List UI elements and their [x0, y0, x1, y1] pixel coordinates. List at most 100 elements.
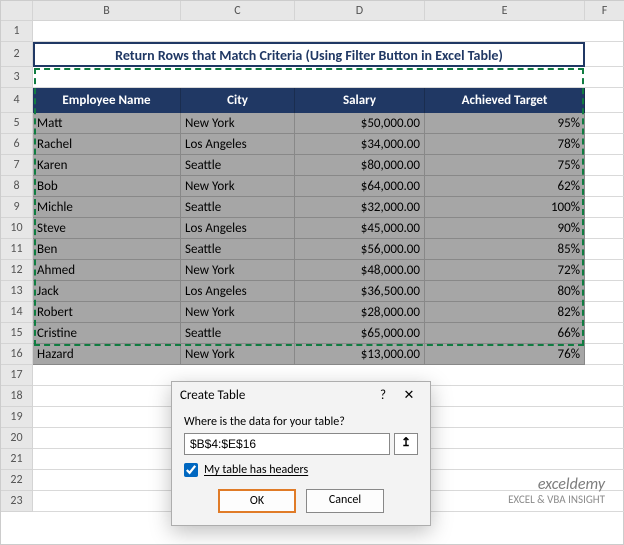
- cell-blank[interactable]: [585, 134, 624, 155]
- cell-blank[interactable]: [33, 67, 624, 88]
- col-hdr-f[interactable]: F: [585, 1, 624, 21]
- row-hdr-22[interactable]: 22: [1, 470, 33, 491]
- table-cell[interactable]: $65,000.00: [295, 323, 425, 344]
- row-hdr-11[interactable]: 11: [1, 239, 33, 260]
- headers-checkbox-label[interactable]: My table has headers: [204, 463, 308, 477]
- cell-blank[interactable]: [33, 21, 624, 42]
- table-header-target[interactable]: Achieved Target: [425, 88, 585, 113]
- close-button[interactable]: ✕: [396, 388, 422, 403]
- table-cell[interactable]: New York: [181, 344, 295, 365]
- table-cell[interactable]: Jack: [33, 281, 181, 302]
- cell-blank[interactable]: [585, 302, 624, 323]
- row-hdr-8[interactable]: 8: [1, 176, 33, 197]
- table-cell[interactable]: Hazard: [33, 344, 181, 365]
- table-cell[interactable]: $64,000.00: [295, 176, 425, 197]
- row-hdr-12[interactable]: 12: [1, 260, 33, 281]
- row-hdr-21[interactable]: 21: [1, 449, 33, 470]
- cell-blank[interactable]: [585, 260, 624, 281]
- table-cell[interactable]: $56,000.00: [295, 239, 425, 260]
- table-cell[interactable]: Los Angeles: [181, 134, 295, 155]
- cell-blank[interactable]: [585, 176, 624, 197]
- table-cell[interactable]: Seattle: [181, 239, 295, 260]
- table-cell[interactable]: New York: [181, 176, 295, 197]
- table-cell[interactable]: Ahmed: [33, 260, 181, 281]
- table-header-city[interactable]: City: [181, 88, 295, 113]
- help-button[interactable]: ?: [370, 388, 396, 403]
- table-cell[interactable]: 85%: [425, 239, 585, 260]
- row-hdr-2[interactable]: 2: [1, 42, 33, 67]
- row-hdr-20[interactable]: 20: [1, 428, 33, 449]
- table-cell[interactable]: $80,000.00: [295, 155, 425, 176]
- table-cell[interactable]: New York: [181, 113, 295, 134]
- table-cell[interactable]: Robert: [33, 302, 181, 323]
- cell-blank[interactable]: [585, 88, 624, 113]
- table-cell[interactable]: New York: [181, 302, 295, 323]
- collapse-dialog-icon[interactable]: ↥: [394, 433, 418, 455]
- table-cell[interactable]: Rachel: [33, 134, 181, 155]
- select-all-corner[interactable]: [1, 1, 33, 21]
- cell-blank[interactable]: [585, 155, 624, 176]
- table-cell[interactable]: Steve: [33, 218, 181, 239]
- row-hdr-7[interactable]: 7: [1, 155, 33, 176]
- cell-blank[interactable]: [585, 281, 624, 302]
- col-hdr-e[interactable]: E: [425, 1, 585, 21]
- table-cell[interactable]: Seattle: [181, 155, 295, 176]
- cell-blank[interactable]: [585, 42, 624, 67]
- table-cell[interactable]: New York: [181, 260, 295, 281]
- row-hdr-16[interactable]: 16: [1, 344, 33, 365]
- table-cell[interactable]: Bob: [33, 176, 181, 197]
- table-cell[interactable]: 78%: [425, 134, 585, 155]
- table-cell[interactable]: Ben: [33, 239, 181, 260]
- headers-checkbox[interactable]: [184, 463, 198, 477]
- row-hdr-15[interactable]: 15: [1, 323, 33, 344]
- table-cell[interactable]: Karen: [33, 155, 181, 176]
- table-header-salary[interactable]: Salary: [295, 88, 425, 113]
- range-input[interactable]: [184, 433, 390, 455]
- row-hdr-19[interactable]: 19: [1, 407, 33, 428]
- row-hdr-13[interactable]: 13: [1, 281, 33, 302]
- cell-blank[interactable]: [585, 323, 624, 344]
- table-header-name[interactable]: Employee Name: [33, 88, 181, 113]
- cell-blank[interactable]: [585, 239, 624, 260]
- cell-blank[interactable]: [585, 197, 624, 218]
- ok-button[interactable]: OK: [218, 489, 296, 513]
- cancel-button[interactable]: Cancel: [306, 489, 384, 513]
- cell-blank[interactable]: [585, 344, 624, 365]
- table-cell[interactable]: Los Angeles: [181, 281, 295, 302]
- table-cell[interactable]: Seattle: [181, 197, 295, 218]
- table-cell[interactable]: 62%: [425, 176, 585, 197]
- table-cell[interactable]: 72%: [425, 260, 585, 281]
- table-cell[interactable]: 90%: [425, 218, 585, 239]
- row-hdr-3[interactable]: 3: [1, 67, 33, 88]
- table-cell[interactable]: $32,000.00: [295, 197, 425, 218]
- table-cell[interactable]: $36,500.00: [295, 281, 425, 302]
- table-cell[interactable]: Cristine: [33, 323, 181, 344]
- table-cell[interactable]: 76%: [425, 344, 585, 365]
- row-hdr-10[interactable]: 10: [1, 218, 33, 239]
- row-hdr-5[interactable]: 5: [1, 113, 33, 134]
- row-hdr-17[interactable]: 17: [1, 365, 33, 386]
- table-cell[interactable]: 95%: [425, 113, 585, 134]
- table-cell[interactable]: 82%: [425, 302, 585, 323]
- table-cell[interactable]: $50,000.00: [295, 113, 425, 134]
- table-cell[interactable]: $28,000.00: [295, 302, 425, 323]
- col-hdr-b[interactable]: B: [33, 1, 181, 21]
- table-cell[interactable]: Los Angeles: [181, 218, 295, 239]
- table-cell[interactable]: $45,000.00: [295, 218, 425, 239]
- table-cell[interactable]: 80%: [425, 281, 585, 302]
- cell-blank[interactable]: [585, 218, 624, 239]
- row-hdr-14[interactable]: 14: [1, 302, 33, 323]
- table-cell[interactable]: Seattle: [181, 323, 295, 344]
- table-cell[interactable]: $34,000.00: [295, 134, 425, 155]
- row-hdr-23[interactable]: 23: [1, 491, 33, 512]
- table-cell[interactable]: 75%: [425, 155, 585, 176]
- row-hdr-6[interactable]: 6: [1, 134, 33, 155]
- col-hdr-d[interactable]: D: [295, 1, 425, 21]
- row-hdr-9[interactable]: 9: [1, 197, 33, 218]
- row-hdr-1[interactable]: 1: [1, 21, 33, 42]
- table-cell[interactable]: 100%: [425, 197, 585, 218]
- table-cell[interactable]: Matt: [33, 113, 181, 134]
- table-cell[interactable]: $48,000.00: [295, 260, 425, 281]
- table-cell[interactable]: 66%: [425, 323, 585, 344]
- col-hdr-c[interactable]: C: [181, 1, 295, 21]
